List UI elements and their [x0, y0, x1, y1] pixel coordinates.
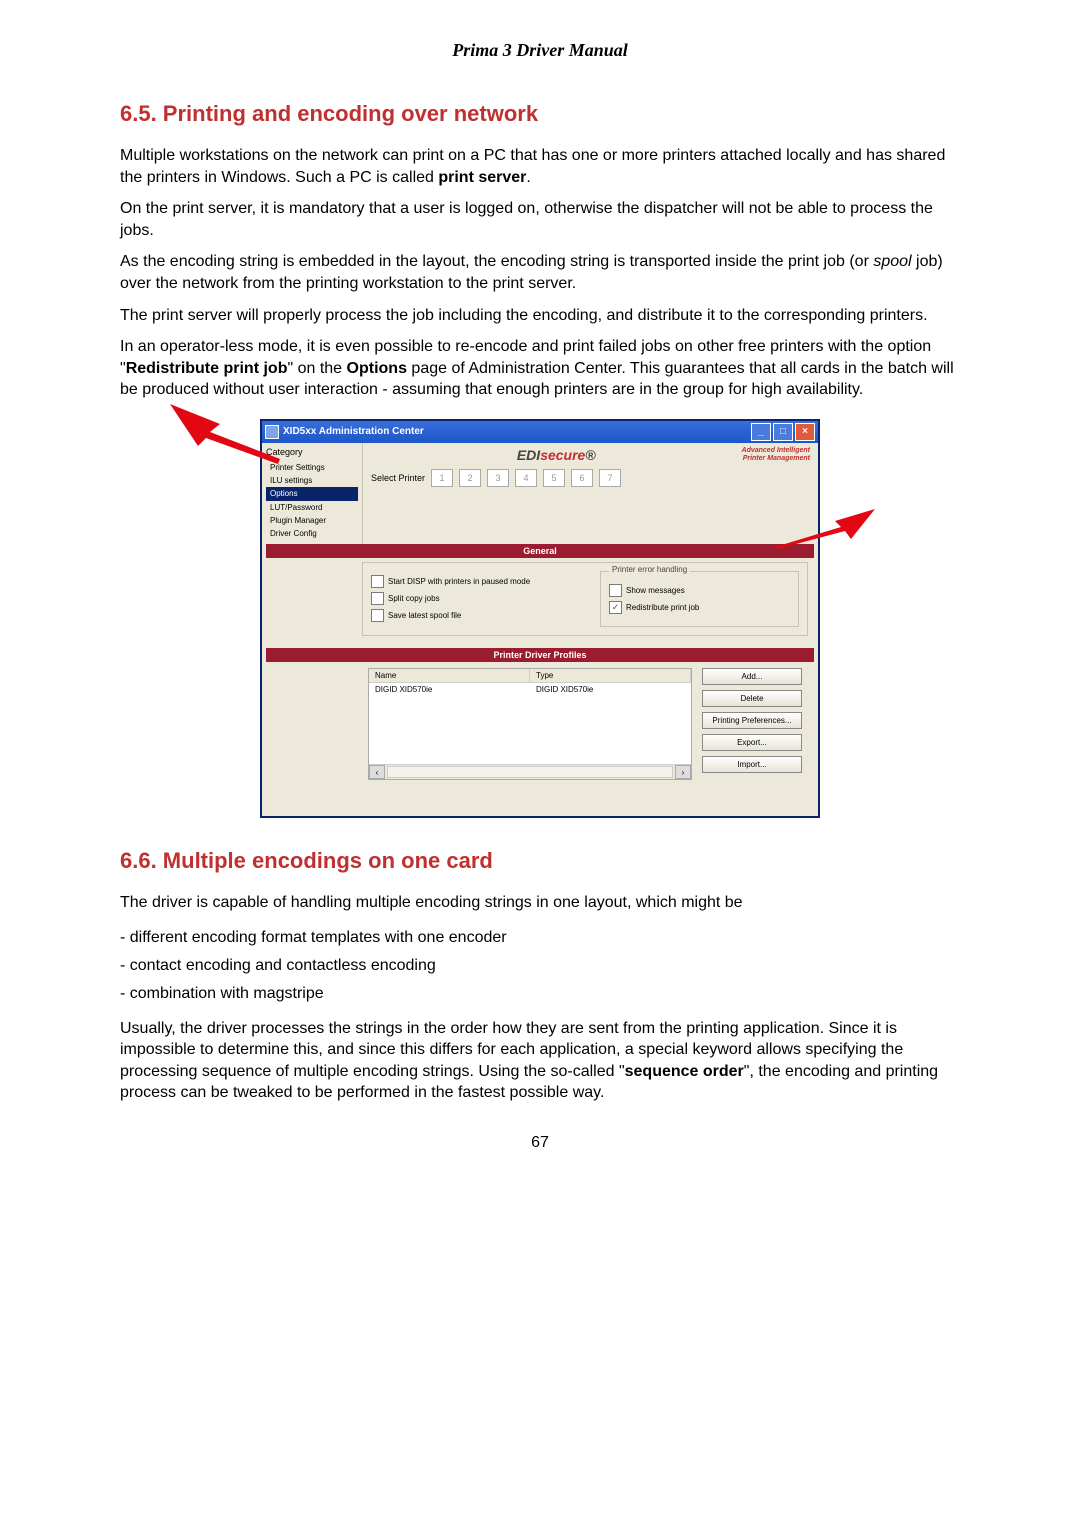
text-bold-print-server: print server — [438, 169, 526, 186]
text-italic-spool: spool — [873, 253, 911, 270]
brand-logo: EDIsecure® — [517, 447, 596, 463]
profiles-section-bar: Printer Driver Profiles — [266, 648, 814, 662]
heading-6-5: 6.5. Printing and encoding over network — [120, 101, 960, 127]
para-6-5-3: As the encoding string is embedded in th… — [120, 251, 960, 294]
select-printer-label: Select Printer — [371, 473, 425, 483]
scroll-track[interactable] — [387, 766, 673, 778]
close-button[interactable]: × — [795, 423, 815, 441]
para-6-5-2: On the print server, it is mandatory tha… — [120, 198, 960, 241]
bullet-list-6-6: different encoding format templates with… — [120, 924, 960, 1008]
brand-subtitle: Advanced Intelligent Printer Management — [742, 447, 810, 462]
text: As the encoding string is embedded in th… — [120, 253, 873, 270]
brand-prefix: EDI — [517, 447, 540, 463]
para-6-5-1: Multiple workstations on the network can… — [120, 145, 960, 188]
printer-btn-4[interactable]: 4 — [515, 469, 537, 487]
printer-btn-3[interactable]: 3 — [487, 469, 509, 487]
text: . — [526, 169, 530, 186]
sidebar-item-plugin-manager[interactable]: Plugin Manager — [266, 514, 358, 527]
h-scrollbar[interactable]: ‹ › — [369, 764, 691, 779]
list-item: combination with magstripe — [120, 980, 960, 1008]
para-6-5-4: The print server will properly process t… — [120, 305, 960, 327]
general-section-bar: General — [266, 544, 814, 558]
export-button[interactable]: Export... — [702, 734, 802, 751]
scroll-left-icon[interactable]: ‹ — [369, 765, 385, 779]
admin-center-screenshot: XID5xx Administration Center _ □ × Categ… — [260, 419, 820, 818]
cell-type: DIGID XID570ie — [530, 683, 691, 696]
printing-preferences-button[interactable]: Printing Preferences... — [702, 712, 802, 729]
printer-btn-5[interactable]: 5 — [543, 469, 565, 487]
table-row[interactable]: DIGID XID570ie DIGID XID570ie — [369, 683, 691, 696]
text-bold-sequence-order: sequence order — [625, 1063, 744, 1080]
minimize-button[interactable]: _ — [751, 423, 771, 441]
general-area: Start DISP with printers in paused mode … — [362, 562, 808, 636]
app-window: XID5xx Administration Center _ □ × Categ… — [260, 419, 820, 818]
chk-label-redist: Redistribute print job — [626, 603, 699, 612]
profiles-area: Name Type DIGID XID570ie DIGID XID570ie … — [362, 662, 808, 786]
checkbox-start-disp[interactable] — [371, 575, 384, 588]
annotation-arrow-right-icon — [775, 509, 875, 549]
heading-6-6: 6.6. Multiple encodings on one card — [120, 848, 960, 874]
para-6-5-5: In an operator-less mode, it is even pos… — [120, 336, 960, 401]
chk-label-start-disp: Start DISP with printers in paused mode — [388, 577, 530, 586]
brand-reg: ® — [585, 447, 595, 463]
checkbox-redistribute[interactable]: ✓ — [609, 601, 622, 614]
brand-main: secure — [540, 447, 585, 463]
annotation-arrow-left-icon — [170, 404, 290, 464]
sidebar-item-lut-password[interactable]: LUT/Password — [266, 501, 358, 514]
para-6-6-seq: Usually, the driver processes the string… — [120, 1018, 960, 1104]
brand-sub-l2: Printer Management — [743, 455, 810, 462]
text: Multiple workstations on the network can… — [120, 147, 945, 186]
delete-button[interactable]: Delete — [702, 690, 802, 707]
text: " on the — [287, 360, 346, 377]
brand-sub-l1: Advanced Intelligent — [742, 447, 810, 454]
window-title: XID5xx Administration Center — [283, 426, 424, 437]
sidebar-item-driver-config[interactable]: Driver Config — [266, 527, 358, 540]
col-type[interactable]: Type — [530, 669, 691, 682]
peh-legend: Printer error handling — [609, 565, 690, 574]
checkbox-save-spool[interactable] — [371, 609, 384, 622]
scroll-right-icon[interactable]: › — [675, 765, 691, 779]
profiles-table[interactable]: Name Type DIGID XID570ie DIGID XID570ie … — [368, 668, 692, 780]
printer-btn-7[interactable]: 7 — [599, 469, 621, 487]
sidebar-item-options[interactable]: Options — [266, 487, 358, 500]
list-item: different encoding format templates with… — [120, 924, 960, 952]
page-number: 67 — [120, 1134, 960, 1152]
printer-btn-6[interactable]: 6 — [571, 469, 593, 487]
text-bold-redistribute: Redistribute print job — [126, 360, 288, 377]
para-6-6-intro: The driver is capable of handling multip… — [120, 892, 960, 914]
col-name[interactable]: Name — [369, 669, 530, 682]
text-bold-options: Options — [347, 360, 407, 377]
add-button[interactable]: Add... — [702, 668, 802, 685]
maximize-button[interactable]: □ — [773, 423, 793, 441]
printer-error-handling-group: Printer error handling Show messages ✓Re… — [600, 571, 799, 627]
chk-label-show-msgs: Show messages — [626, 586, 685, 595]
printer-btn-1[interactable]: 1 — [431, 469, 453, 487]
chk-label-split: Split copy jobs — [388, 594, 440, 603]
printer-btn-2[interactable]: 2 — [459, 469, 481, 487]
list-item: contact encoding and contactless encodin… — [120, 952, 960, 980]
checkbox-split-copy[interactable] — [371, 592, 384, 605]
checkbox-show-messages[interactable] — [609, 584, 622, 597]
chk-label-save-spool: Save latest spool file — [388, 611, 461, 620]
sidebar-item-ilu-settings[interactable]: ILU settings — [266, 474, 358, 487]
cell-name: DIGID XID570ie — [369, 683, 530, 696]
import-button[interactable]: Import... — [702, 756, 802, 773]
doc-title: Prima 3 Driver Manual — [120, 40, 960, 61]
titlebar: XID5xx Administration Center _ □ × — [262, 421, 818, 443]
